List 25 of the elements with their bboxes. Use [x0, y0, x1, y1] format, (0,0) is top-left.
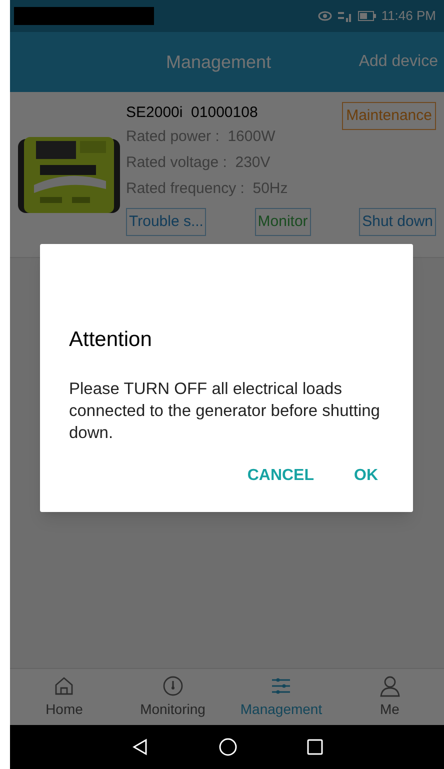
gauge-icon: [162, 674, 184, 696]
person-icon: [378, 674, 401, 696]
device-action-button[interactable]: Shut down: [359, 208, 436, 236]
add-device-button[interactable]: Add device: [358, 50, 438, 74]
device-action-button[interactable]: Trouble s...: [126, 208, 206, 236]
maintenance-button[interactable]: Maintenance: [342, 102, 436, 130]
tab[interactable]: Monitoring: [118, 669, 227, 725]
header-title: Management: [166, 50, 272, 74]
dialog-button[interactable]: CANCEL: [247, 464, 314, 488]
tab[interactable]: Management: [227, 669, 336, 725]
device-action-button[interactable]: Monitor: [254, 208, 311, 236]
battery-icon: [358, 11, 376, 21]
status-time: 11:46 PM: [381, 7, 436, 26]
dialog-title: Attention: [69, 327, 153, 353]
signal-icon: [337, 10, 354, 22]
recents-icon[interactable]: [307, 739, 323, 755]
home-icon: [53, 674, 76, 696]
tab[interactable]: Me: [336, 669, 444, 725]
dialog-message: Please TURN OFF all electrical loads connected to the generator before shutting down.: [69, 378, 381, 444]
home-circle-icon[interactable]: [219, 738, 237, 756]
back-icon[interactable]: [131, 738, 149, 756]
device-name: SE2000i 01000108: [126, 103, 258, 123]
dialog-button[interactable]: OK: [354, 464, 378, 488]
tab[interactable]: Home: [10, 669, 118, 725]
eye-icon: [318, 11, 332, 21]
